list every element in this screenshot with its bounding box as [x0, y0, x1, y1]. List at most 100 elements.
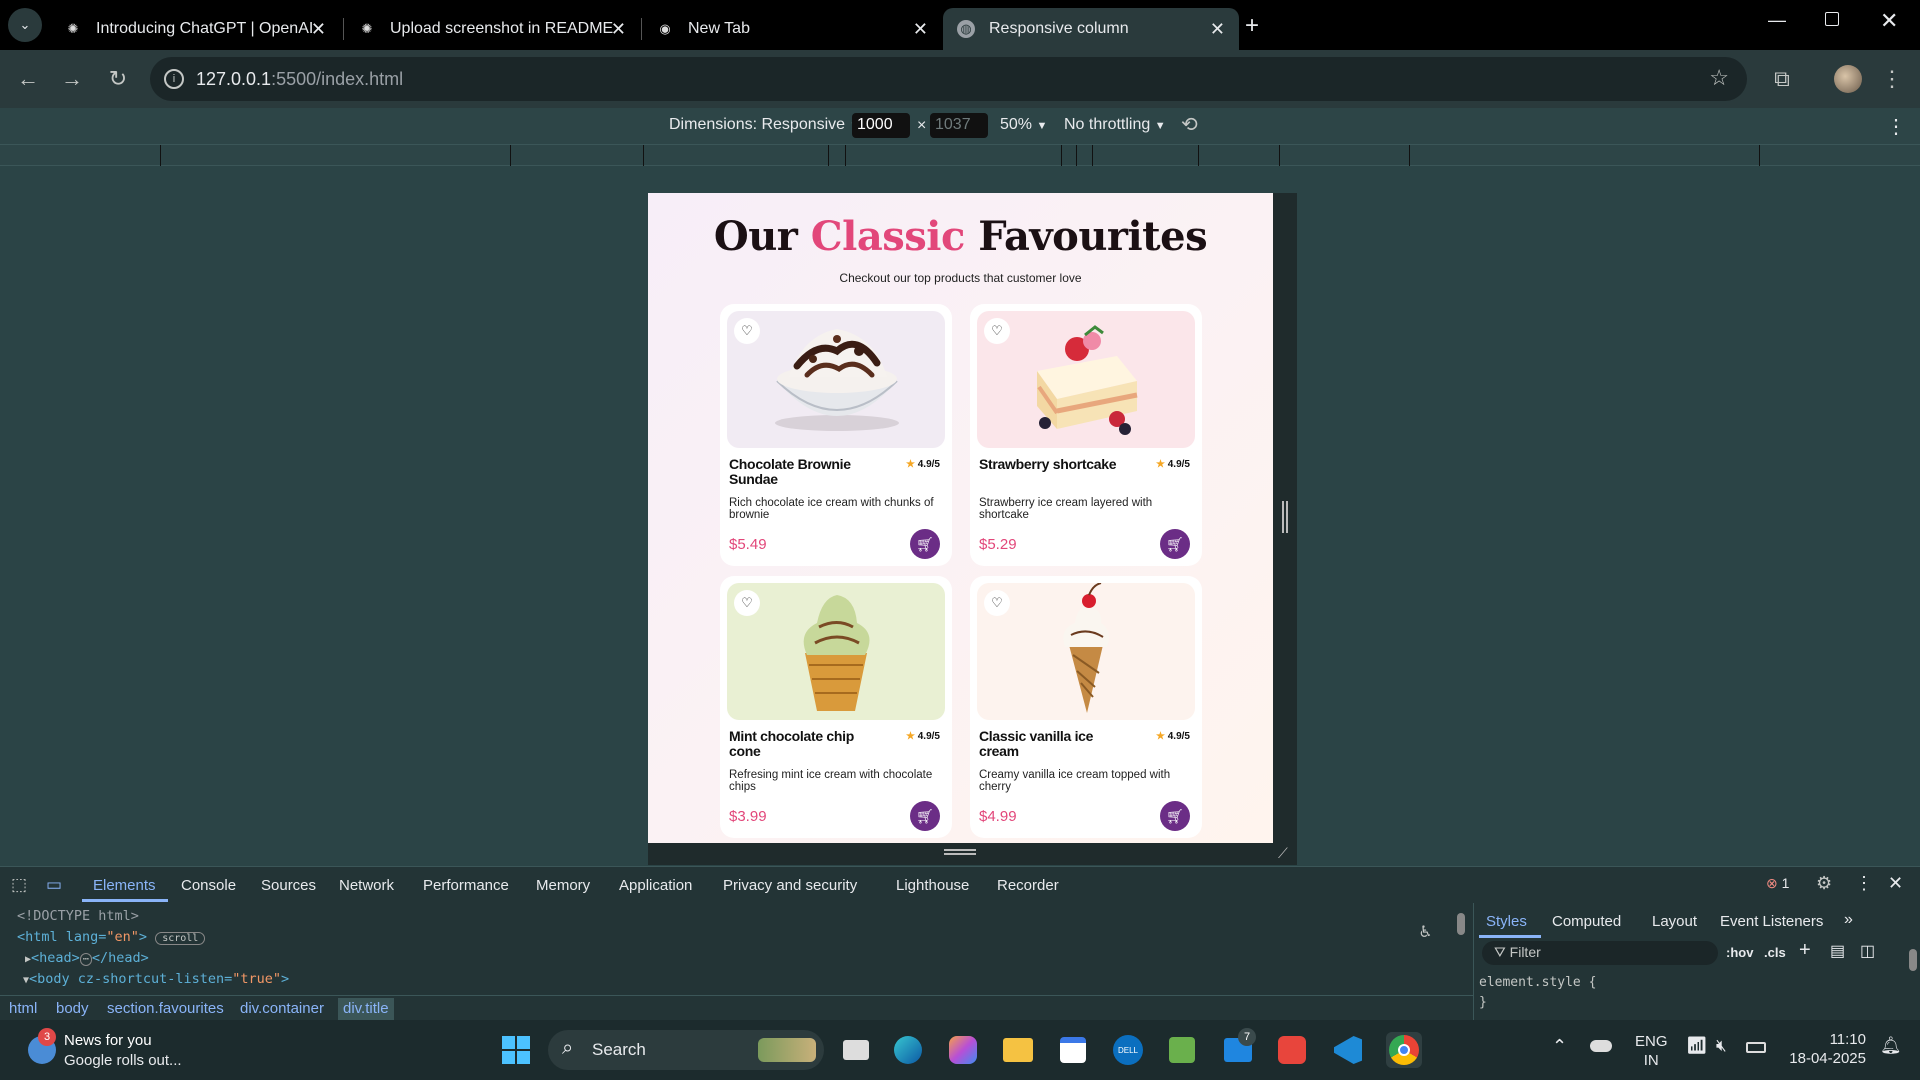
tab-event-listeners[interactable]: Event Listeners: [1720, 913, 1823, 930]
throttling-dropdown[interactable]: No throttling ▼: [1064, 116, 1166, 134]
head-node[interactable]: ▶<head> ⋯ </head>: [25, 950, 149, 966]
tray-chevron-icon[interactable]: ⌃: [1552, 1036, 1567, 1057]
new-tab-plus-icon[interactable]: +: [1245, 12, 1259, 40]
tab-performance[interactable]: Performance: [423, 877, 509, 894]
mail-icon[interactable]: 7: [1220, 1028, 1256, 1068]
tab-search-button[interactable]: ⌄: [8, 8, 42, 42]
styles-scrollbar[interactable]: [1909, 949, 1917, 971]
back-arrow-icon[interactable]: ←: [12, 63, 44, 95]
clock[interactable]: 11:10 18-04-2025: [1786, 1030, 1866, 1068]
height-input[interactable]: 1037: [930, 113, 988, 138]
more-tabs-icon[interactable]: »: [1844, 911, 1853, 929]
hov-toggle[interactable]: :hov: [1726, 945, 1753, 960]
heart-icon[interactable]: ♡: [984, 318, 1010, 344]
breadcrumb-section[interactable]: section.favourites: [107, 1000, 224, 1017]
tab-computed[interactable]: Computed: [1552, 913, 1621, 930]
store-icon[interactable]: [1055, 1032, 1091, 1068]
tab-lighthouse[interactable]: Lighthouse: [896, 877, 969, 894]
tab-sources[interactable]: Sources: [261, 877, 316, 894]
tab-upload-screenshot[interactable]: ✺ Upload screenshot in README ✕: [344, 8, 640, 50]
device-toggle-icon[interactable]: ▭: [46, 875, 62, 895]
rotate-icon[interactable]: ⟲: [1181, 112, 1198, 137]
close-icon[interactable]: ✕: [311, 19, 326, 40]
add-to-cart-button[interactable]: 🛒︎: [910, 529, 940, 559]
inspect-element-icon[interactable]: ⬚: [11, 875, 27, 895]
minimize-icon[interactable]: —: [1768, 10, 1786, 31]
tab-new-tab[interactable]: ◉ New Tab ✕: [642, 8, 942, 50]
tab-network[interactable]: Network: [339, 877, 394, 894]
language-indicator[interactable]: ENG IN: [1635, 1032, 1668, 1070]
tab-recorder[interactable]: Recorder: [997, 877, 1059, 894]
tab-memory[interactable]: Memory: [536, 877, 590, 894]
add-to-cart-button[interactable]: 🛒︎: [910, 801, 940, 831]
chrome-taskbar-icon[interactable]: [1386, 1032, 1422, 1068]
heart-icon[interactable]: ♡: [734, 590, 760, 616]
avatar[interactable]: [1834, 65, 1862, 93]
styles-filter-input[interactable]: ⛛ Filter: [1482, 941, 1718, 965]
tab-chatgpt[interactable]: ✺ Introducing ChatGPT | OpenAI ✕: [50, 8, 340, 50]
devtools-close-icon[interactable]: ✕: [1888, 873, 1903, 894]
scroll-badge[interactable]: scroll: [155, 932, 206, 945]
office-icon[interactable]: [1274, 1032, 1310, 1068]
more-options-icon[interactable]: ⋮: [1886, 114, 1906, 139]
zoom-dropdown[interactable]: 50% ▼: [1000, 116, 1047, 134]
volume-muted-icon[interactable]: 🔇︎: [1716, 1036, 1727, 1056]
resize-handle-icon[interactable]: [944, 849, 976, 855]
breadcrumb-title[interactable]: div.title: [338, 998, 394, 1020]
body-node[interactable]: ▼<body cz-shortcut-listen="true">: [23, 971, 289, 987]
resize-handle-icon[interactable]: [1282, 501, 1288, 533]
edge-icon[interactable]: [890, 1032, 926, 1068]
dimensions-dropdown[interactable]: Dimensions: Responsive ▼: [669, 116, 860, 134]
doctype-line[interactable]: <!DOCTYPE html>: [17, 908, 139, 924]
restore-icon[interactable]: [1825, 12, 1839, 26]
add-to-cart-button[interactable]: 🛒︎: [1160, 529, 1190, 559]
taskbar-search-box[interactable]: ⌕ Search: [548, 1030, 824, 1070]
vscode-icon[interactable]: [1330, 1032, 1366, 1068]
tab-elements[interactable]: Elements: [93, 877, 156, 894]
corner-resize-icon[interactable]: ⟋: [1278, 845, 1288, 862]
element-style-rule[interactable]: element.style { }: [1479, 973, 1596, 1013]
cls-toggle[interactable]: .cls: [1764, 945, 1786, 960]
viewport-resize-right[interactable]: [1273, 193, 1297, 843]
tab-application[interactable]: Application: [619, 877, 692, 894]
html-node[interactable]: <html lang="en"> scroll: [17, 929, 206, 945]
copilot-icon[interactable]: [945, 1032, 981, 1068]
close-icon[interactable]: ✕: [1210, 19, 1225, 40]
media-query-ruler[interactable]: [0, 144, 1920, 167]
sidebar-toggle-icon[interactable]: ◫: [1860, 941, 1875, 961]
breadcrumb-container[interactable]: div.container: [240, 1000, 324, 1017]
width-input[interactable]: 1000: [852, 113, 910, 138]
dell-icon[interactable]: DELL: [1110, 1032, 1146, 1068]
tab-privacy-security[interactable]: Privacy and security: [723, 877, 857, 894]
menu-kebab-icon[interactable]: ⋮: [1876, 63, 1908, 95]
settings-gear-icon[interactable]: ⚙: [1816, 873, 1832, 894]
add-rule-icon[interactable]: +: [1799, 939, 1811, 962]
reload-icon[interactable]: ↻: [102, 63, 134, 95]
battery-icon[interactable]: [1746, 1042, 1766, 1053]
tab-styles[interactable]: Styles: [1486, 913, 1527, 930]
site-info-icon[interactable]: i: [164, 69, 184, 89]
window-close-icon[interactable]: ✕: [1880, 8, 1898, 34]
elements-tree[interactable]: <!DOCTYPE html> <html lang="en"> scroll …: [0, 903, 1473, 988]
add-to-cart-button[interactable]: 🛒︎: [1160, 801, 1190, 831]
onedrive-icon[interactable]: [1590, 1040, 1612, 1052]
task-view-icon[interactable]: [838, 1032, 874, 1068]
accessibility-icon[interactable]: ♿︎: [1420, 921, 1431, 942]
close-icon[interactable]: ✕: [611, 19, 626, 40]
extensions-icon[interactable]: ⧉: [1766, 63, 1798, 95]
heart-icon[interactable]: ♡: [984, 590, 1010, 616]
notification-bell-icon[interactable]: 🔔︎: [1880, 1036, 1902, 1056]
file-explorer-icon[interactable]: [1000, 1032, 1036, 1068]
address-bar[interactable]: i 127.0.0.1:5500/index.html ☆: [150, 57, 1747, 101]
start-windows-icon[interactable]: [498, 1032, 534, 1068]
bookmark-star-icon[interactable]: ☆: [1709, 65, 1729, 91]
heart-icon[interactable]: ♡: [734, 318, 760, 344]
news-widget[interactable]: 3 News for you Google rolls out...: [24, 1028, 204, 1070]
paint-icon[interactable]: ▤: [1830, 941, 1845, 961]
breadcrumb-html[interactable]: html: [9, 1000, 37, 1017]
photos-icon[interactable]: [1164, 1032, 1200, 1068]
elements-scrollbar[interactable]: [1457, 913, 1465, 935]
viewport-resize-bottom[interactable]: ⟋: [648, 843, 1297, 865]
devtools-menu-icon[interactable]: ⋮: [1855, 873, 1873, 894]
wifi-icon[interactable]: 📶︎: [1686, 1036, 1708, 1056]
